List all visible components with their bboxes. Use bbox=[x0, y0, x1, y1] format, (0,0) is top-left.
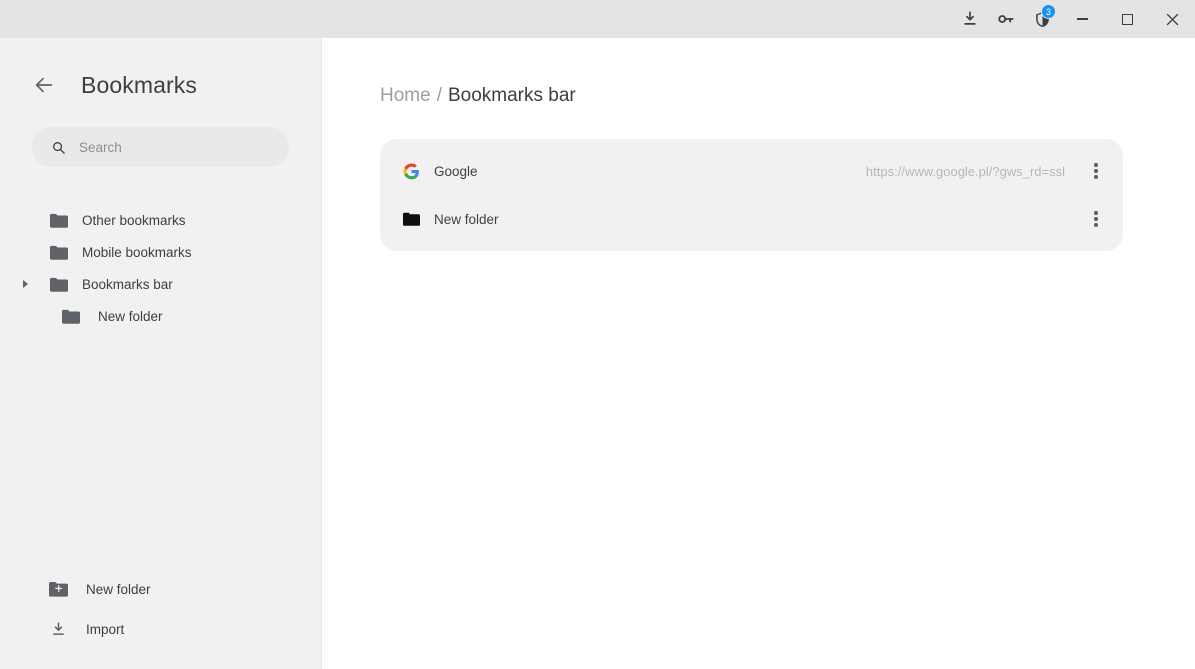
folder-icon bbox=[62, 309, 84, 324]
tree-item-label: New folder bbox=[98, 308, 163, 324]
tree-item-new-folder[interactable]: New folder bbox=[0, 300, 321, 332]
shield-icon[interactable]: 3 bbox=[1024, 0, 1060, 38]
expand-caret-icon[interactable] bbox=[16, 280, 34, 288]
new-folder-label: New folder bbox=[86, 581, 151, 597]
import-button[interactable]: Import bbox=[0, 609, 321, 649]
breadcrumb-home[interactable]: Home bbox=[380, 85, 431, 107]
tree-item-other-bookmarks[interactable]: Other bookmarks bbox=[0, 204, 321, 236]
page-title: Bookmarks bbox=[81, 71, 197, 98]
folder-icon bbox=[50, 277, 72, 292]
browser-window: 3 Bookmarks Search Other bookmarks Mobil… bbox=[0, 0, 1195, 669]
kebab-dot bbox=[1094, 223, 1098, 227]
more-options-icon[interactable] bbox=[1083, 156, 1109, 186]
folder-icon bbox=[50, 213, 72, 228]
breadcrumb-current: Bookmarks bar bbox=[447, 85, 576, 106]
list-item-title: Google bbox=[434, 163, 478, 179]
kebab-dot bbox=[1094, 175, 1098, 179]
new-folder-icon bbox=[48, 581, 68, 597]
more-options-icon[interactable] bbox=[1083, 204, 1109, 234]
close-icon bbox=[1166, 13, 1179, 25]
list-item-url: https://www.google.pl/?gws_rd=ssl bbox=[865, 163, 1065, 179]
breadcrumb-separator: / bbox=[436, 85, 442, 106]
list-item[interactable]: New folder bbox=[380, 195, 1123, 243]
kebab-dot bbox=[1094, 163, 1098, 167]
folder-icon-dark bbox=[400, 212, 422, 226]
chevron-right-icon bbox=[22, 280, 28, 288]
sidebar-footer: New folder Import bbox=[0, 569, 321, 649]
kebab-dot bbox=[1094, 217, 1098, 221]
google-favicon bbox=[400, 163, 422, 180]
tree-item-label: Mobile bookmarks bbox=[82, 244, 192, 260]
tree-item-label: Other bookmarks bbox=[82, 212, 186, 228]
folder-icon bbox=[50, 245, 72, 260]
import-label: Import bbox=[86, 621, 125, 637]
kebab-dot bbox=[1094, 211, 1098, 215]
import-icon bbox=[48, 621, 68, 638]
minimize-button[interactable] bbox=[1060, 0, 1105, 38]
kebab-dot bbox=[1094, 169, 1098, 173]
toolbar-icons: 3 bbox=[952, 0, 1195, 38]
list-item-title: New folder bbox=[434, 211, 499, 227]
maximize-glyph bbox=[1122, 13, 1133, 25]
back-arrow-icon[interactable] bbox=[30, 71, 58, 99]
bookmarks-list: Google https://www.google.pl/?gws_rd=ssl… bbox=[380, 139, 1123, 251]
breadcrumb: Home / Bookmarks bar bbox=[380, 85, 1195, 107]
tree-item-mobile-bookmarks[interactable]: Mobile bookmarks bbox=[0, 236, 321, 268]
downloads-icon[interactable] bbox=[952, 0, 988, 38]
password-key-icon[interactable] bbox=[988, 0, 1024, 38]
new-folder-button[interactable]: New folder bbox=[0, 569, 321, 609]
sidebar-header: Bookmarks bbox=[0, 57, 321, 113]
sidebar: Bookmarks Other bookmarks bbox=[0, 38, 322, 669]
main-content: Home / Bookmarks bar Google https://www.… bbox=[323, 38, 1195, 669]
minimize-glyph bbox=[1077, 18, 1088, 20]
search-box[interactable] bbox=[32, 127, 289, 167]
bookmarks-tree: Other bookmarks Mobile bookmarks Bookmar… bbox=[0, 204, 321, 332]
search-input[interactable] bbox=[79, 139, 269, 155]
search-icon bbox=[50, 139, 66, 155]
tree-item-label: Bookmarks bar bbox=[82, 276, 173, 292]
close-button[interactable] bbox=[1150, 0, 1195, 38]
title-bar: 3 bbox=[0, 0, 1195, 38]
tree-item-bookmarks-bar[interactable]: Bookmarks bar bbox=[0, 268, 321, 300]
list-item[interactable]: Google https://www.google.pl/?gws_rd=ssl bbox=[380, 147, 1123, 195]
maximize-button[interactable] bbox=[1105, 0, 1150, 38]
shield-badge: 3 bbox=[1041, 4, 1056, 19]
